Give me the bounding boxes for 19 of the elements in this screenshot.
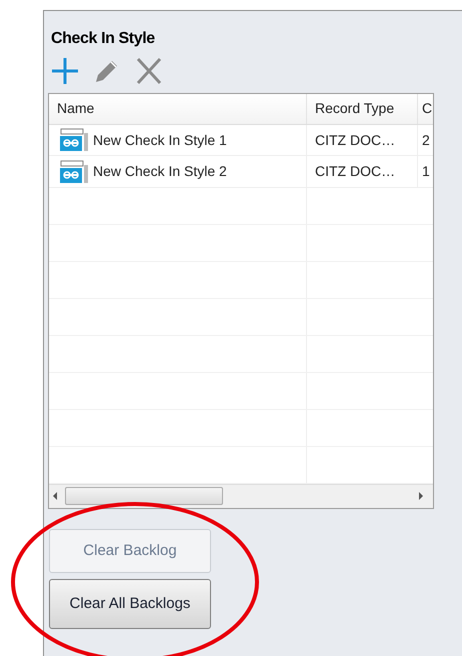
panel-title: Check In Style <box>51 29 156 49</box>
delete-icon[interactable] <box>134 56 164 86</box>
style-icon <box>59 160 91 184</box>
clear-button[interactable]: Clear All Backlogs <box>49 579 211 629</box>
add-icon[interactable] <box>50 56 80 86</box>
table-cell-text: CITZ DOC… <box>315 130 396 150</box>
table-cell-text: CITZ DOC… <box>315 162 396 182</box>
scroll-left-icon[interactable] <box>53 492 57 500</box>
table-cell-text: 1 <box>422 162 430 182</box>
table-cell-text: New Check In Style 2 <box>93 162 227 182</box>
scroll-right-icon[interactable] <box>419 492 423 500</box>
column-header[interactable]: Name <box>49 94 307 124</box>
horizontal-scrollbar[interactable] <box>49 484 433 508</box>
column-header[interactable]: C <box>418 94 433 124</box>
scrollbar-thumb[interactable] <box>65 487 223 506</box>
table-cell-text: New Check In Style 1 <box>93 130 227 150</box>
table-cell-text: 2 <box>422 130 430 150</box>
style-icon <box>59 128 91 152</box>
column-header[interactable]: Record Type <box>307 94 418 124</box>
